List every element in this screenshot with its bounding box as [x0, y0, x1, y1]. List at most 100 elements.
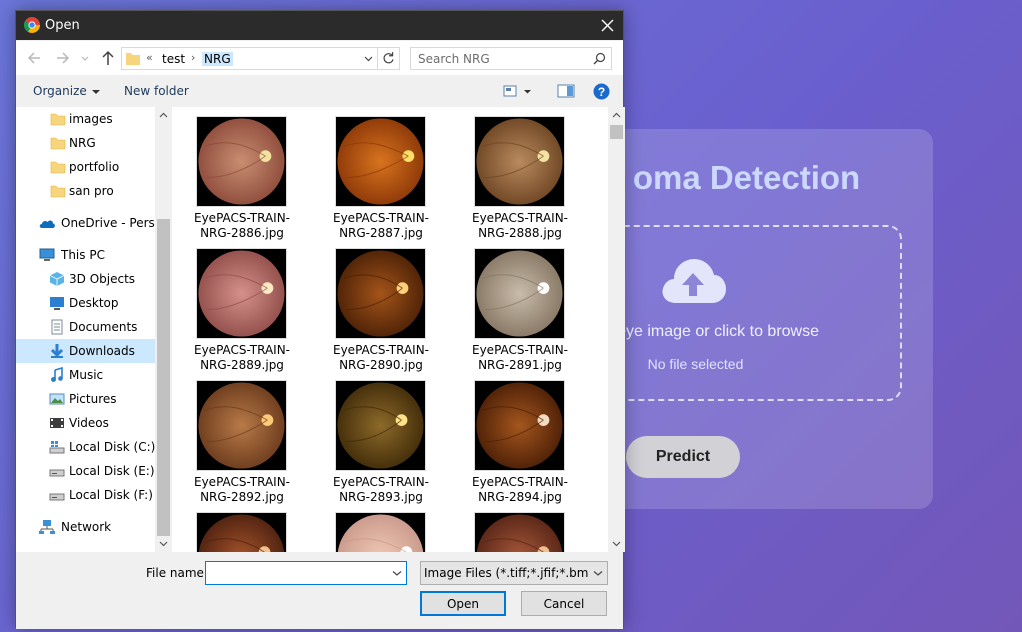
file-type-select[interactable]: Image Files (*.tiff;*.jfif;*.bmp;*.pjp: [420, 561, 608, 585]
fundus-image-icon: [337, 250, 424, 337]
sidebar-item-label: OneDrive - Person: [61, 216, 155, 230]
file-name-line: NRG-2888.jpg: [478, 226, 562, 240]
fundus-image-icon: [337, 118, 424, 205]
help-icon[interactable]: ?: [593, 83, 610, 100]
fundus-image-icon: [337, 514, 424, 552]
breadcrumb[interactable]: « test › NRG: [121, 47, 378, 70]
sidebar-item-label: Local Disk (C:): [69, 440, 155, 454]
scroll-down-icon[interactable]: [612, 539, 621, 548]
sidebar-item-videos[interactable]: Videos: [16, 411, 155, 435]
scroll-down-icon[interactable]: [159, 539, 168, 548]
file-thumbnail: [474, 380, 565, 471]
3d-objects-icon: [49, 272, 65, 286]
file-thumbnail: [335, 512, 426, 552]
scrollbar-thumb[interactable]: [157, 219, 170, 536]
file-name-line: NRG-2890.jpg: [339, 358, 423, 372]
file-name: EyePACS-TRAIN- NRG-2890.jpg: [316, 343, 446, 373]
fundus-image-icon: [198, 514, 285, 552]
file-name-label: File name:: [146, 566, 208, 580]
file-name: EyePACS-TRAIN- NRG-2892.jpg: [177, 475, 307, 505]
file-list-scrollbar[interactable]: [608, 107, 625, 552]
close-icon[interactable]: [593, 11, 623, 40]
chevron-down-icon[interactable]: [388, 562, 406, 584]
music-icon: [51, 367, 63, 382]
preview-pane-icon[interactable]: [557, 83, 575, 99]
file-name-line: EyePACS-TRAIN-: [472, 475, 568, 489]
sidebar-item-network[interactable]: Network: [16, 515, 155, 539]
dialog-titlebar: Open: [16, 11, 623, 40]
sidebar-item-san-pro[interactable]: san pro: [16, 179, 155, 203]
file-name-input[interactable]: [206, 562, 386, 584]
file-name-line: EyePACS-TRAIN-: [333, 211, 429, 225]
file-thumbnail: [335, 248, 426, 339]
open-button[interactable]: Open: [420, 591, 506, 616]
search-input[interactable]: [411, 48, 589, 69]
file-thumbnail: [196, 512, 287, 552]
file-name-line: NRG-2894.jpg: [478, 490, 562, 504]
predict-button[interactable]: Predict: [626, 436, 740, 478]
drive-icon: [49, 493, 65, 501]
recent-locations-chevron-icon[interactable]: [79, 49, 91, 67]
forward-arrow-icon[interactable]: [53, 49, 73, 67]
sidebar-item-music[interactable]: Music: [16, 363, 155, 387]
breadcrumb-overflow[interactable]: «: [146, 51, 153, 64]
sidebar-item-3d-objects[interactable]: 3D Objects: [16, 267, 155, 291]
sidebar-item-local-disk-f[interactable]: Local Disk (F:): [16, 483, 155, 507]
fundus-image-icon: [476, 250, 563, 337]
command-toolbar: Organize New folder ?: [16, 75, 623, 107]
fundus-image-icon: [476, 118, 563, 205]
dialog-content: images NRG portfolio san pro OneDrive - Pers…: [16, 107, 625, 552]
file-name-line: NRG-2891.jpg: [478, 358, 562, 372]
file-name-line: NRG-2892.jpg: [200, 490, 284, 504]
sidebar-item-portfolio[interactable]: portfolio: [16, 155, 155, 179]
search-box[interactable]: [410, 47, 612, 70]
file-thumbnail: [474, 116, 565, 207]
up-arrow-icon[interactable]: [98, 49, 118, 67]
file-name: EyePACS-TRAIN- NRG-2888.jpg: [455, 211, 585, 241]
cancel-button[interactable]: Cancel: [521, 591, 607, 616]
navigation-pane: images NRG portfolio san pro OneDrive - Pers…: [16, 107, 155, 552]
windows-drive-icon: [49, 441, 65, 454]
sidebar-item-local-disk-c[interactable]: Local Disk (C:): [16, 435, 155, 459]
scroll-up-icon[interactable]: [612, 111, 621, 120]
file-name: EyePACS-TRAIN- NRG-2887.jpg: [316, 211, 446, 241]
sidebar-item-images[interactable]: images: [16, 107, 155, 131]
sidebar-item-nrg[interactable]: NRG: [16, 131, 155, 155]
sidebar-item-this-pc[interactable]: This PC: [16, 243, 155, 267]
file-thumbnail: [335, 380, 426, 471]
organize-button[interactable]: Organize: [33, 84, 100, 98]
address-row: « test › NRG: [16, 41, 623, 75]
sidebar-item-downloads[interactable]: Downloads: [16, 339, 155, 363]
sidebar-item-desktop[interactable]: Desktop: [16, 291, 155, 315]
sidebar-item-label: Local Disk (E:): [69, 464, 155, 478]
sidebar-item-label: Downloads: [69, 344, 135, 358]
scrollbar-thumb[interactable]: [610, 125, 623, 139]
dialog-footer: File name: Image Files (*.tiff;*.jfif;*.…: [16, 552, 623, 629]
sidebar-item-documents[interactable]: Documents: [16, 315, 155, 339]
breadcrumb-item-test[interactable]: test: [162, 52, 185, 66]
file-name-combobox[interactable]: [205, 561, 407, 585]
chevron-down-icon[interactable]: [589, 562, 607, 584]
file-name: EyePACS-TRAIN- NRG-2891.jpg: [455, 343, 585, 373]
chevron-down-icon[interactable]: [360, 48, 377, 69]
back-arrow-icon[interactable]: [25, 49, 45, 67]
sidebar-item-local-disk-e[interactable]: Local Disk (E:): [16, 459, 155, 483]
sidebar-item-onedrive-person[interactable]: OneDrive - Person: [16, 211, 155, 235]
folder-icon: [50, 161, 66, 174]
file-name-line: EyePACS-TRAIN-: [194, 211, 290, 225]
navigation-scrollbar[interactable]: [155, 107, 172, 552]
new-folder-button[interactable]: New folder: [124, 84, 189, 98]
network-icon: [39, 520, 55, 534]
dialog-title: Open: [45, 18, 80, 33]
change-view-icon[interactable]: [503, 83, 533, 99]
sidebar-item-label: Desktop: [69, 296, 119, 310]
sidebar-item-label: This PC: [61, 248, 105, 262]
sidebar-item-pictures[interactable]: Pictures: [16, 387, 155, 411]
scroll-up-icon[interactable]: [159, 111, 168, 120]
file-thumbnail: [196, 248, 287, 339]
file-name-line: NRG-2887.jpg: [339, 226, 423, 240]
refresh-icon[interactable]: [378, 47, 400, 70]
fundus-image-icon: [198, 118, 285, 205]
pc-icon: [39, 248, 55, 261]
breadcrumb-item-nrg[interactable]: NRG: [202, 52, 233, 66]
